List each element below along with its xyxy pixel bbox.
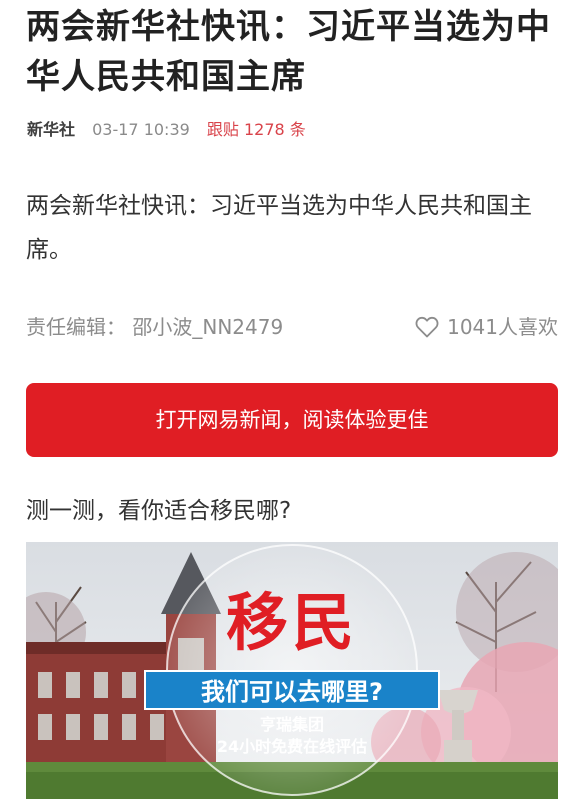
article-page: 两会新华社快讯：习近平当选为中华人民共和国主席 新华社 03-17 10:39 … bbox=[0, 0, 584, 799]
ad-subtitle-banner: 我们可以去哪里? bbox=[144, 670, 440, 710]
article-title: 两会新华社快讯：习近平当选为中华人民共和国主席 bbox=[26, 7, 551, 97]
quiz-link[interactable]: 测一测，看你适合移民哪? bbox=[26, 494, 291, 528]
heart-icon bbox=[415, 316, 439, 338]
article-body: 两会新华社快讯：习近平当选为中华人民共和国主席。 bbox=[26, 193, 532, 263]
ad-company: 亨瑞集团 bbox=[259, 715, 324, 734]
ad-title: 移民 bbox=[225, 586, 358, 659]
like-count: 1041人喜欢 bbox=[447, 315, 558, 339]
ad-evaluation-text: 24小时免费在线评估 bbox=[216, 737, 368, 756]
editor-credit: 责任编辑： 邵小波_NN2479 bbox=[26, 315, 284, 339]
article-meta: 新华社 03-17 10:39 跟贴 1278 条 bbox=[27, 118, 306, 142]
comments-link[interactable]: 跟贴 1278 条 bbox=[207, 120, 306, 139]
article-source[interactable]: 新华社 bbox=[27, 120, 75, 139]
open-app-button[interactable]: 打开网易新闻，阅读体验更佳 bbox=[26, 383, 558, 457]
like-button[interactable]: 1041人喜欢 bbox=[415, 312, 558, 342]
article-time: 03-17 10:39 bbox=[92, 120, 190, 139]
ad-banner-image[interactable]: 移民 我们可以去哪里? 亨瑞集团 24小时免费在线评估 bbox=[26, 542, 558, 799]
